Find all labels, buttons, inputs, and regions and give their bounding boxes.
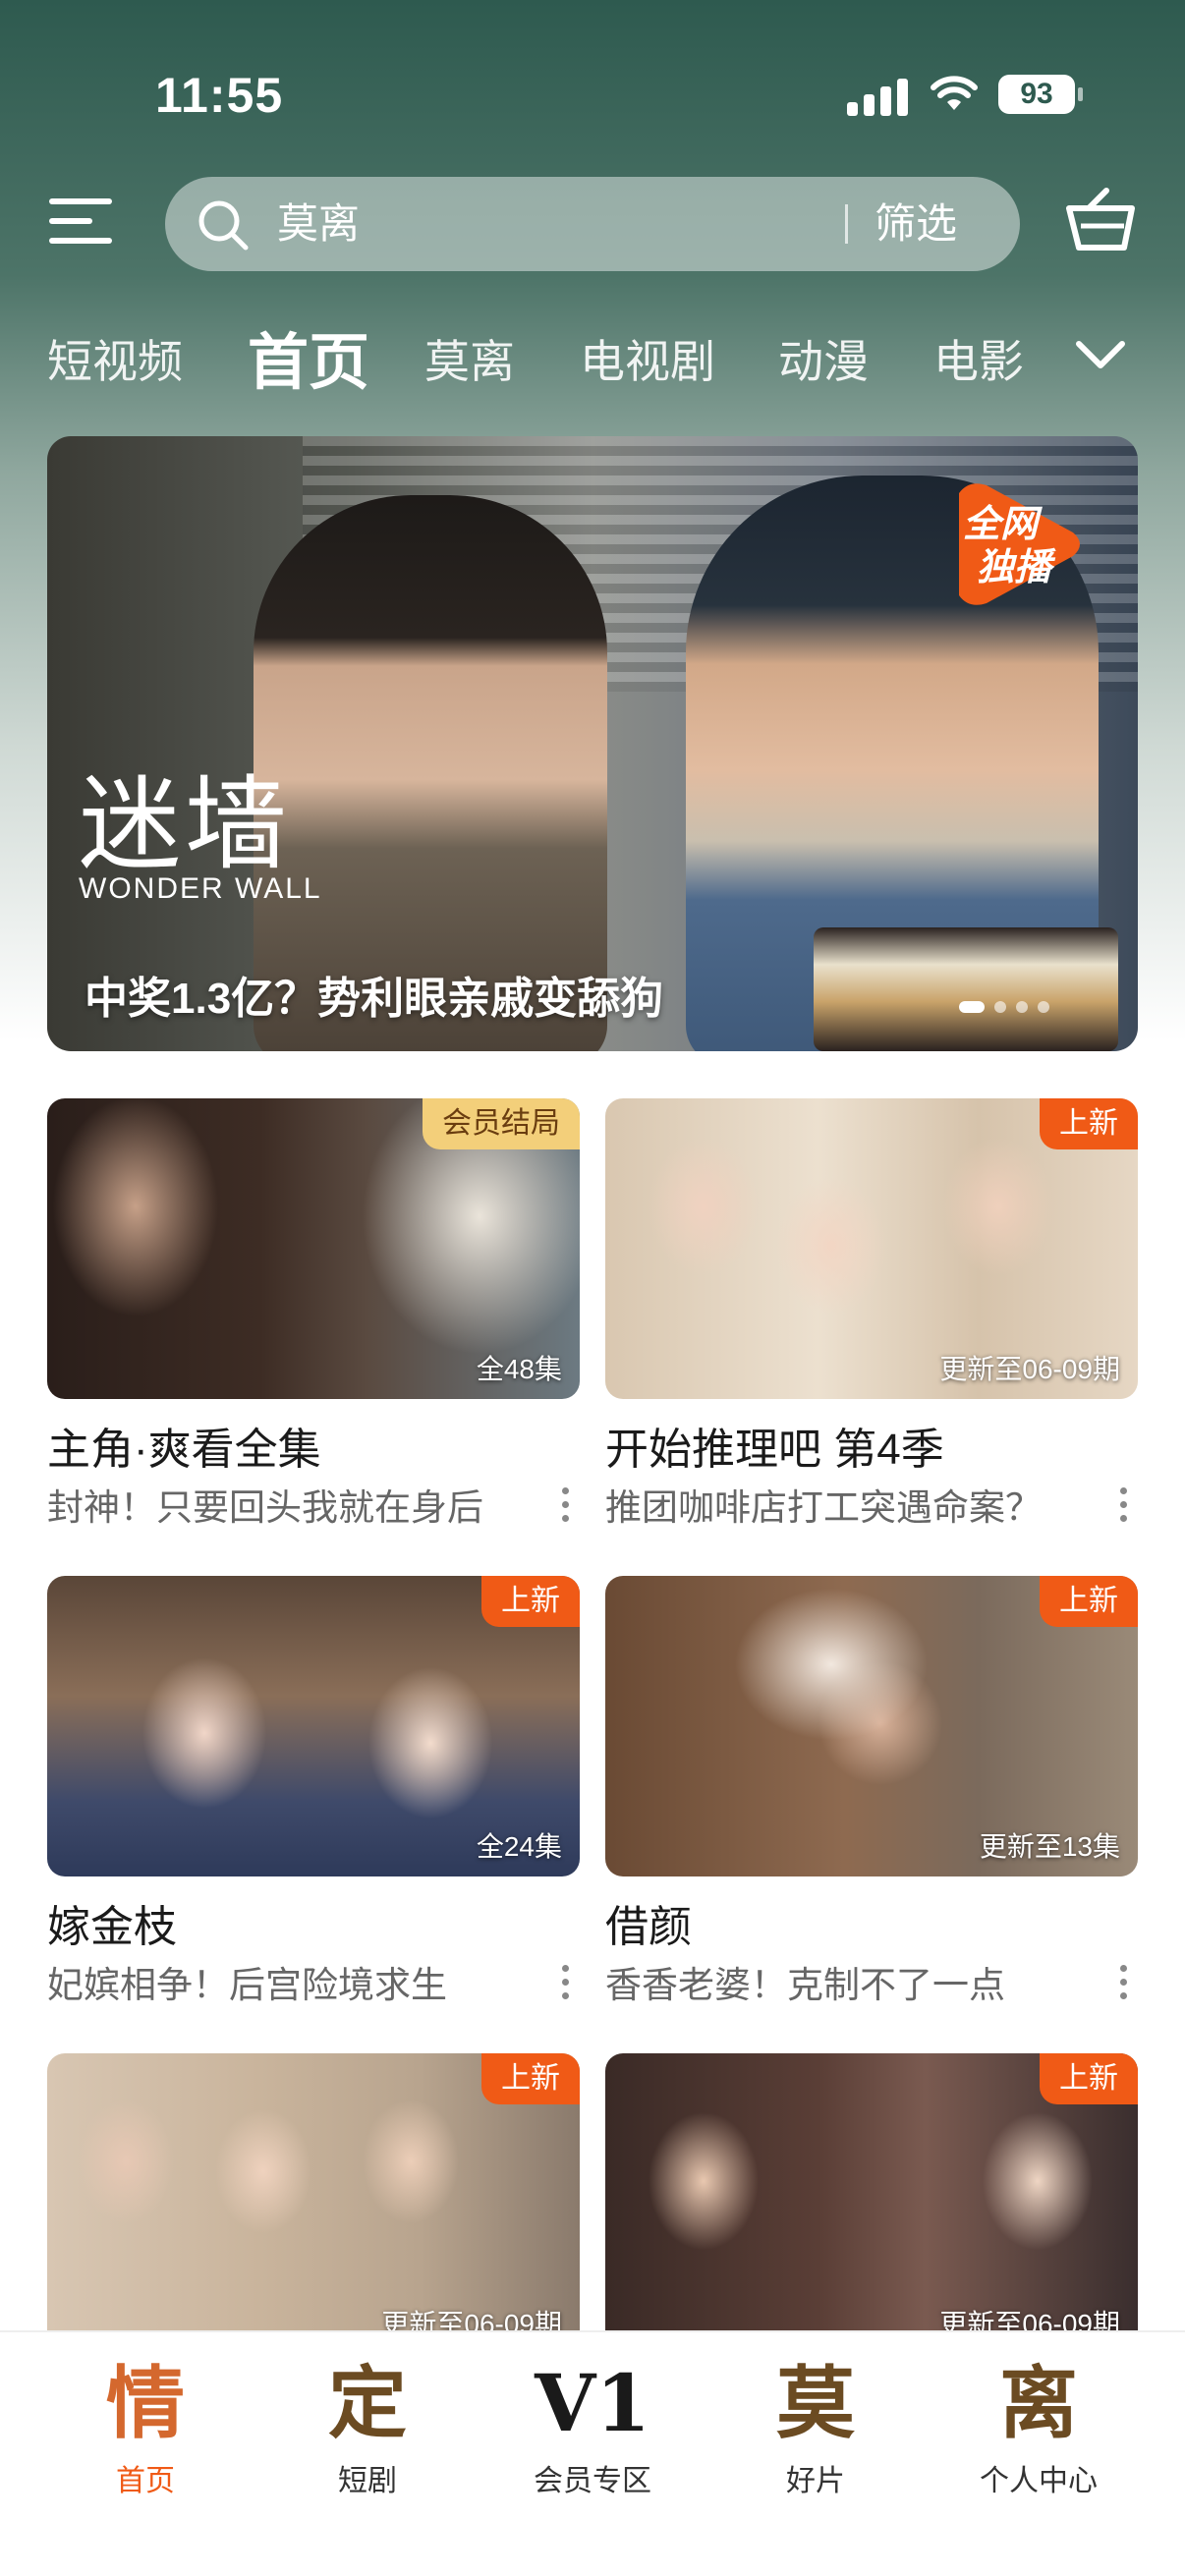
more-options-icon[interactable]: [562, 1487, 570, 1523]
card-subtitle: 妃嫔相争！后宫险境求生: [47, 1965, 447, 2005]
cart-icon[interactable]: [1063, 187, 1142, 265]
nav-short-drama-icon: 定: [328, 2357, 407, 2449]
nav-profile-label: 个人中心: [980, 2465, 1098, 2497]
more-options-icon[interactable]: [1120, 1965, 1128, 2000]
card-thumbnail: 会员结局 全48集: [47, 1098, 580, 1399]
card-title: 借颜: [605, 1903, 692, 1951]
badge-line1: 全网: [963, 502, 1043, 545]
new-badge: 上新: [1040, 1098, 1138, 1149]
video-card[interactable]: 上新 更新至13集 借颜 香香老婆！克制不了一点: [605, 1576, 1138, 2010]
battery-indicator: 93: [998, 75, 1083, 114]
menu-icon[interactable]: [49, 198, 112, 246]
new-badge: 上新: [481, 1576, 580, 1627]
video-card[interactable]: 上新 更新至06-09期: [605, 2053, 1138, 2354]
banner-caption: 中奖1.3亿？势利眼亲戚变舔狗: [85, 975, 664, 1023]
search-input[interactable]: 莫离: [277, 198, 360, 250]
nav-good-films-label: 好片: [786, 2465, 845, 2497]
card-title: 开始推理吧 第4季: [605, 1426, 944, 1474]
category-tabs: 短视频 首页 莫离 电视剧 动漫 电影: [0, 312, 1185, 401]
status-bar: 11:55 93: [0, 0, 1185, 187]
nav-vip-label: 会员专区: [534, 2465, 651, 2497]
status-time: 11:55: [155, 68, 284, 123]
new-badge: 上新: [1040, 1576, 1138, 1627]
nav-vip-zone[interactable]: V1 会员专区: [484, 2356, 701, 2499]
card-thumbnail: 上新 更新至06-09期: [605, 1098, 1138, 1399]
video-card[interactable]: 上新 全24集 嫁金枝 妃嫔相争！后宫险境求生: [47, 1576, 580, 2010]
more-options-icon[interactable]: [562, 1965, 570, 2000]
banner-logo-en: WONDER WALL: [79, 872, 322, 905]
card-thumbnail: 上新 更新至06-09期: [47, 2053, 580, 2354]
tab-short-video[interactable]: 短视频: [47, 326, 183, 391]
nav-home-icon: 情: [106, 2357, 185, 2449]
episode-count: 更新至13集: [979, 1831, 1120, 1862]
vip-finale-badge: 会员结局: [423, 1098, 580, 1149]
nav-home-label: 首页: [116, 2465, 175, 2497]
search-bar[interactable]: 莫离 筛选: [165, 177, 1020, 271]
nav-short-drama-label: 短剧: [338, 2465, 397, 2497]
episode-count: 更新至06-09期: [939, 1354, 1120, 1384]
search-icon: [198, 200, 249, 251]
nav-good-films-icon: 莫: [776, 2357, 855, 2449]
banner-show-logo: 迷墙 WONDER WALL: [79, 770, 322, 906]
card-subtitle: 香香老婆！克制不了一点: [605, 1965, 1005, 2005]
nav-vip-icon: V1: [535, 2357, 650, 2449]
banner-pagination: [959, 1000, 1059, 1020]
search-divider: [845, 204, 848, 244]
filter-button[interactable]: 筛选: [875, 198, 957, 250]
cellular-signal-icon: [847, 77, 908, 116]
more-options-icon[interactable]: [1120, 1487, 1128, 1523]
tab-home[interactable]: 首页: [248, 312, 369, 401]
hero-banner[interactable]: 迷墙 WONDER WALL 全网 独播 中奖1.3亿？势利眼亲戚变舔狗: [47, 436, 1138, 1051]
tab-anime[interactable]: 动漫: [778, 326, 869, 391]
video-card[interactable]: 上新 更新至06-09期: [47, 2053, 580, 2354]
nav-short-drama[interactable]: 定 短剧: [259, 2356, 476, 2499]
card-subtitle: 推团咖啡店打工突遇命案？: [605, 1487, 1042, 1528]
nav-profile-icon: 离: [999, 2357, 1078, 2449]
card-title: 主角·爽看全集: [47, 1426, 321, 1474]
card-thumbnail: 上新 全24集: [47, 1576, 580, 1876]
video-card[interactable]: 会员结局 全48集 主角·爽看全集 封神！只要回头我就在身后: [47, 1098, 580, 1533]
nav-home[interactable]: 情 首页: [37, 2356, 254, 2499]
card-thumbnail: 上新 更新至06-09期: [605, 2053, 1138, 2354]
card-title: 嫁金枝: [47, 1903, 177, 1951]
banner-lunchbox: [814, 927, 1118, 1051]
banner-logo-cn: 迷墙: [79, 764, 292, 884]
tab-moli[interactable]: 莫离: [424, 326, 515, 391]
new-badge: 上新: [481, 2053, 580, 2104]
card-subtitle: 封神！只要回头我就在身后: [47, 1487, 483, 1528]
video-card[interactable]: 上新 更新至06-09期 开始推理吧 第4季 推团咖啡店打工突遇命案？: [605, 1098, 1138, 1533]
nav-profile[interactable]: 离 个人中心: [931, 2356, 1147, 2499]
wifi-icon: [931, 76, 978, 110]
exclusive-badge: 全网 独播: [959, 483, 1080, 605]
tab-tv-series[interactable]: 电视剧: [580, 326, 715, 391]
nav-good-films[interactable]: 莫 好片: [707, 2356, 924, 2499]
chevron-down-icon[interactable]: [1073, 332, 1128, 379]
episode-count: 全48集: [476, 1354, 562, 1384]
episode-count: 全24集: [476, 1831, 562, 1862]
bottom-navigation: 情 首页 定 短剧 V1 会员专区 莫 好片 离 个人中心: [0, 2330, 1185, 2576]
tab-movie[interactable]: 电影: [933, 326, 1024, 391]
new-badge: 上新: [1040, 2053, 1138, 2104]
card-thumbnail: 上新 更新至13集: [605, 1576, 1138, 1876]
badge-line2: 独播: [977, 545, 1056, 588]
